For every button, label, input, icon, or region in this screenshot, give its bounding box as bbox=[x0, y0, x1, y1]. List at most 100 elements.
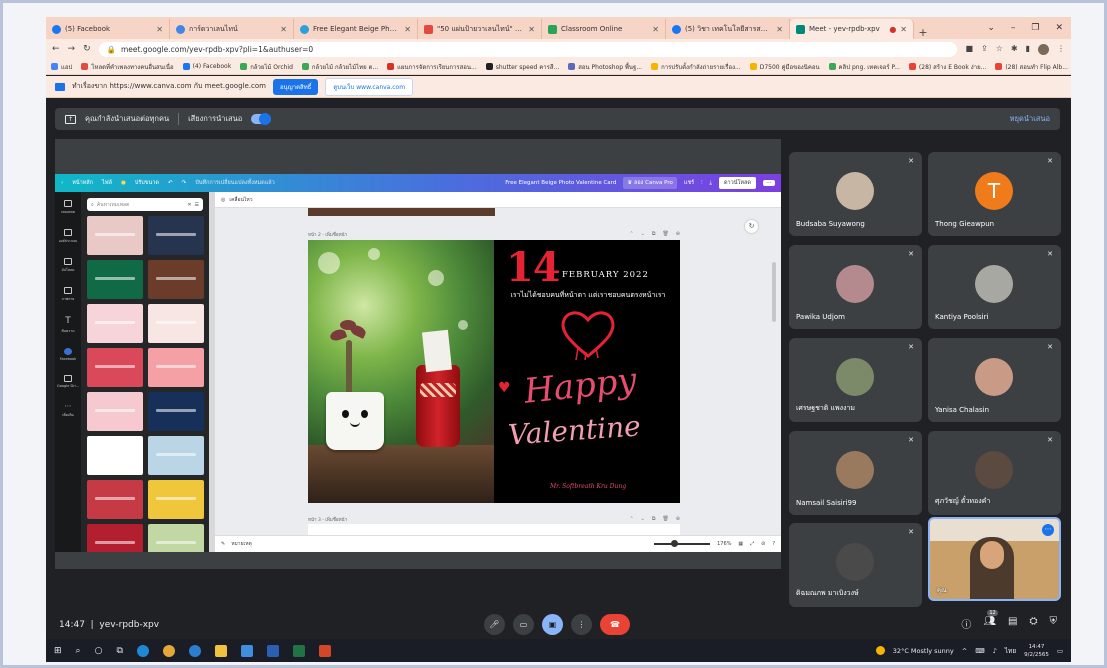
template-thumbnail[interactable] bbox=[87, 304, 143, 343]
edge-icon[interactable] bbox=[136, 644, 149, 657]
tab-canva[interactable]: Free Elegant Beige Photo V ✕ bbox=[294, 19, 418, 39]
participant-tile[interactable]: ✕ ศุภวัชญ์ ตั๋วทองคำ bbox=[928, 431, 1061, 515]
zoom-level[interactable]: 176% bbox=[717, 541, 731, 547]
download-button[interactable]: ดาวน์โหลด bbox=[718, 177, 756, 189]
template-thumbnail[interactable] bbox=[148, 436, 204, 475]
ie-icon[interactable] bbox=[188, 644, 201, 657]
rail-text[interactable]: T ข้อความ bbox=[61, 316, 74, 334]
powerpoint-icon[interactable] bbox=[318, 644, 331, 657]
valentine-card-design[interactable]: 14 FEBRUARY 2022 เราไม่ได้ชอบคนที่หน้าตา… bbox=[308, 240, 680, 503]
template-thumbnail[interactable] bbox=[148, 304, 204, 343]
undo-icon[interactable]: ↶ bbox=[168, 180, 173, 186]
bookmark-item[interactable]: (28) สร้าง E Book ง่าย... bbox=[908, 62, 986, 72]
close-icon[interactable]: ✕ bbox=[652, 25, 659, 34]
clock[interactable]: 14:47 9/2/2565 bbox=[1024, 643, 1049, 659]
template-thumbnail[interactable] bbox=[148, 392, 204, 431]
download-icon[interactable]: ⤓ bbox=[710, 180, 712, 187]
canvas-scrollbar[interactable] bbox=[772, 262, 776, 322]
add-page-icon[interactable]: ⊕ bbox=[676, 231, 680, 237]
tab-search-icon[interactable]: ⌄ bbox=[987, 23, 995, 33]
participant-tile[interactable]: ✕ Kantiya Poolsiri bbox=[928, 245, 1061, 329]
tab-it-class[interactable]: (5) วิชา เทคโนโลยีสารสนเทศ 2 ป.6✕ bbox=[666, 19, 790, 39]
close-icon[interactable]: ✕ bbox=[900, 25, 907, 34]
profile-avatar[interactable] bbox=[1038, 43, 1049, 55]
maximize-icon[interactable]: ❐ bbox=[1031, 23, 1039, 33]
tab-classroom[interactable]: Classroom Online ✕ bbox=[542, 19, 666, 39]
chart-icon[interactable]: ⫶ bbox=[701, 180, 702, 187]
home-link[interactable]: หน้าหลัก bbox=[72, 179, 93, 187]
bookmark-item[interactable]: D7500 คู่มือของนิคอน bbox=[749, 62, 820, 72]
bookmark-apps[interactable]: แอป bbox=[51, 62, 72, 72]
self-view-tile[interactable]: ⋯ คุณ bbox=[928, 517, 1061, 601]
minimize-icon[interactable]: – bbox=[1011, 23, 1016, 33]
windows-start-icon[interactable]: ⊞ bbox=[54, 646, 62, 656]
check-icon[interactable]: ⊘ bbox=[761, 541, 765, 547]
bookmark-item[interactable]: กล้วยไม้ กล้วยไม้ไทย ต... bbox=[301, 62, 378, 72]
network-icon[interactable]: ⌨ bbox=[975, 647, 984, 655]
language-indicator[interactable]: ไทย bbox=[1005, 646, 1016, 656]
presentation-audio-toggle[interactable] bbox=[251, 113, 272, 125]
template-thumbnail[interactable] bbox=[87, 260, 143, 299]
zoom-slider[interactable] bbox=[654, 540, 711, 547]
activities-icon[interactable]: ⛭ bbox=[1030, 616, 1038, 631]
more-options-icon[interactable]: ⋯ bbox=[1042, 524, 1054, 536]
chevron-down-icon[interactable]: ⌄ bbox=[641, 516, 645, 522]
template-thumbnail[interactable] bbox=[148, 524, 204, 552]
extensions-icon[interactable]: ✱ bbox=[1011, 44, 1018, 55]
notes-button[interactable]: หมายเหตุ bbox=[231, 540, 252, 548]
task-view-icon[interactable]: ⧉ bbox=[116, 646, 122, 656]
card-valentine[interactable]: Valentine bbox=[507, 409, 642, 451]
rail-more[interactable]: ⋯ เพิ่มเติม bbox=[62, 402, 74, 418]
share-button[interactable]: แชร์ bbox=[684, 179, 694, 187]
chevron-up-icon[interactable]: ⌃ bbox=[629, 231, 633, 237]
cortana-icon[interactable]: ○ bbox=[95, 646, 103, 656]
search-icon[interactable]: ⌕ bbox=[76, 646, 81, 656]
back-icon[interactable]: ‹ bbox=[61, 180, 63, 186]
file-explorer-icon[interactable] bbox=[214, 644, 227, 657]
card-happy[interactable]: Happy bbox=[522, 360, 638, 412]
template-thumbnail[interactable] bbox=[87, 480, 143, 519]
card-text-panel[interactable]: 14 FEBRUARY 2022 เราไม่ได้ชอบคนที่หน้าตา… bbox=[494, 240, 680, 503]
rail-google-drive[interactable]: Google Dri... bbox=[57, 375, 79, 388]
trash-icon[interactable]: 🗑 bbox=[662, 516, 668, 522]
resize-menu[interactable]: ปรับขนาด bbox=[135, 179, 159, 187]
close-icon[interactable]: ✕ bbox=[528, 25, 535, 34]
clear-icon[interactable]: ✕ bbox=[187, 202, 191, 208]
excel-icon[interactable] bbox=[292, 644, 305, 657]
document-title[interactable]: Free Elegant Beige Photo Valentine Card bbox=[505, 180, 616, 186]
bookmark-item[interactable]: (4) Facebook bbox=[182, 63, 231, 70]
zoom-slider-knob[interactable] bbox=[670, 540, 678, 547]
participant-tile[interactable]: ✕ ดิฉมณภพ มาเบิงวงษ์ bbox=[789, 523, 922, 607]
chevron-up-icon[interactable]: ^ bbox=[962, 647, 967, 655]
weather-text[interactable]: 32°C Mostly sunny bbox=[893, 647, 954, 655]
file-menu[interactable]: ไฟล์ bbox=[102, 179, 112, 187]
bookmark-item[interactable]: สอน Photoshop พื้นฐ... bbox=[568, 62, 642, 72]
template-thumbnail[interactable] bbox=[148, 216, 204, 255]
template-thumbnail[interactable] bbox=[87, 524, 143, 552]
plant-photo[interactable] bbox=[308, 240, 494, 503]
bookmark-item[interactable]: โหลดที่คำเพลงทางคนอื่นสนเนื่อ bbox=[81, 62, 174, 72]
bookmark-item[interactable]: แผนการจัดการเรียนการสอน... bbox=[387, 62, 477, 72]
add-page-icon[interactable]: ⊕ bbox=[676, 516, 680, 522]
template-thumbnail[interactable] bbox=[148, 260, 204, 299]
rail-templates[interactable]: เทมเพลต bbox=[61, 200, 75, 215]
close-icon[interactable]: ✕ bbox=[280, 25, 287, 34]
rail-uploads[interactable]: อัปโหลด bbox=[62, 258, 74, 273]
notifications-icon[interactable]: ▭ bbox=[1057, 647, 1063, 655]
open-canva-button[interactable]: ดูบนเว็บ www.canva.com bbox=[325, 77, 414, 96]
template-thumbnail[interactable] bbox=[148, 348, 204, 387]
tab-valentine-card[interactable]: การ์ดวาเลนไทน์ ✕ bbox=[170, 19, 294, 39]
present-button[interactable]: ▣ bbox=[542, 614, 563, 635]
close-window-icon[interactable]: ✕ bbox=[1055, 23, 1063, 33]
card-signature[interactable]: Mr. Softbreath Kru Dung bbox=[550, 483, 626, 490]
bookmark-item[interactable]: คลิป png. เทคเจอร์ P... bbox=[828, 62, 900, 72]
camera-icon[interactable]: ■ bbox=[965, 44, 973, 55]
duplicate-icon[interactable]: ⧉ bbox=[652, 231, 656, 237]
bookmark-item[interactable]: กล้วยไม้ Orchid bbox=[240, 62, 293, 72]
back-icon[interactable]: ← bbox=[52, 44, 60, 54]
url-field[interactable]: 🔒 meet.google.com/yev-rpdb-xpv?pli=1&aut… bbox=[98, 41, 958, 57]
template-thumbnail[interactable] bbox=[87, 436, 143, 475]
camera-button[interactable]: ▭ bbox=[513, 614, 534, 635]
canva-pro-button[interactable]: ♛ ลอง Canva Pro bbox=[623, 177, 677, 189]
bookmark-item[interactable]: การปรับตั้งกำลังถ่ายรายเรื่อง... bbox=[651, 62, 741, 72]
